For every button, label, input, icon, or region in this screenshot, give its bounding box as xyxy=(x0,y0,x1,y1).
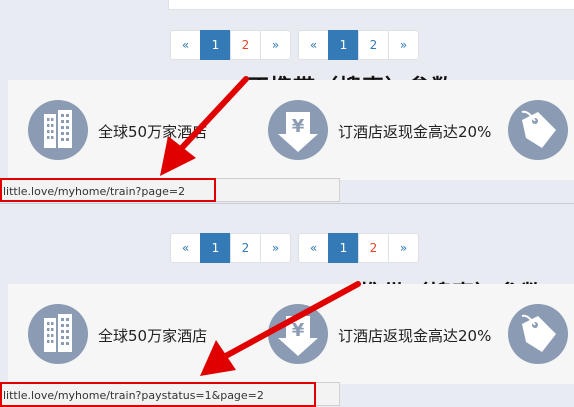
svg-text:¥: ¥ xyxy=(292,320,305,341)
feature-text-cashback: 订酒店返现金高达20% xyxy=(338,327,492,345)
page-1-button[interactable]: 1 xyxy=(328,233,359,263)
pagination-left: « 1 2 » xyxy=(170,30,291,60)
next-page-button[interactable]: » xyxy=(260,30,291,60)
page-2-button[interactable]: 2 xyxy=(230,30,261,60)
feature-text-cashback: 订酒店返现金高达20% xyxy=(338,123,492,141)
bottom-panel: « 1 2 » « 1 2 » 携带（搜索）参数 xyxy=(0,204,574,407)
feature-strip: 全球50万家酒店 ¥ 订酒店返现金高达20% xyxy=(8,284,574,384)
top-panel: « 1 2 » « 1 2 » 不携带（搜索）参数 xyxy=(0,0,574,203)
price-tag-icon xyxy=(508,304,568,364)
url-highlight-box xyxy=(0,178,216,202)
prev-page-button[interactable]: « xyxy=(170,30,201,60)
yen-icon: ¥ xyxy=(268,304,328,364)
url-highlight-box xyxy=(0,382,316,407)
pagination-right: « 1 2 » xyxy=(298,30,419,60)
prev-page-button[interactable]: « xyxy=(298,233,329,263)
next-page-button[interactable]: » xyxy=(388,233,419,263)
prev-page-button[interactable]: « xyxy=(298,30,329,60)
page-1-button[interactable]: 1 xyxy=(328,30,359,60)
page-2-button[interactable]: 2 xyxy=(230,233,261,263)
feature-text-hotels: 全球50万家酒店 xyxy=(98,327,208,345)
svg-text:¥: ¥ xyxy=(292,116,305,137)
page-1-button[interactable]: 1 xyxy=(200,30,231,60)
feature-text-hotels: 全球50万家酒店 xyxy=(98,123,208,141)
yen-icon: ¥ xyxy=(268,100,328,160)
pagination-left: « 1 2 » xyxy=(170,233,291,263)
page-2-button[interactable]: 2 xyxy=(358,30,389,60)
page-2-button[interactable]: 2 xyxy=(358,233,389,263)
page-1-button[interactable]: 1 xyxy=(200,233,231,263)
price-tag-icon xyxy=(508,100,568,160)
building-icon xyxy=(28,100,88,160)
pagination-right: « 1 2 » xyxy=(298,233,419,263)
prev-page-button[interactable]: « xyxy=(170,233,201,263)
content-box-edge xyxy=(168,0,574,10)
next-page-button[interactable]: » xyxy=(388,30,419,60)
building-icon xyxy=(28,304,88,364)
next-page-button[interactable]: » xyxy=(260,233,291,263)
feature-strip: 全球50万家酒店 ¥ 订酒店返现金高达20% xyxy=(8,80,574,180)
